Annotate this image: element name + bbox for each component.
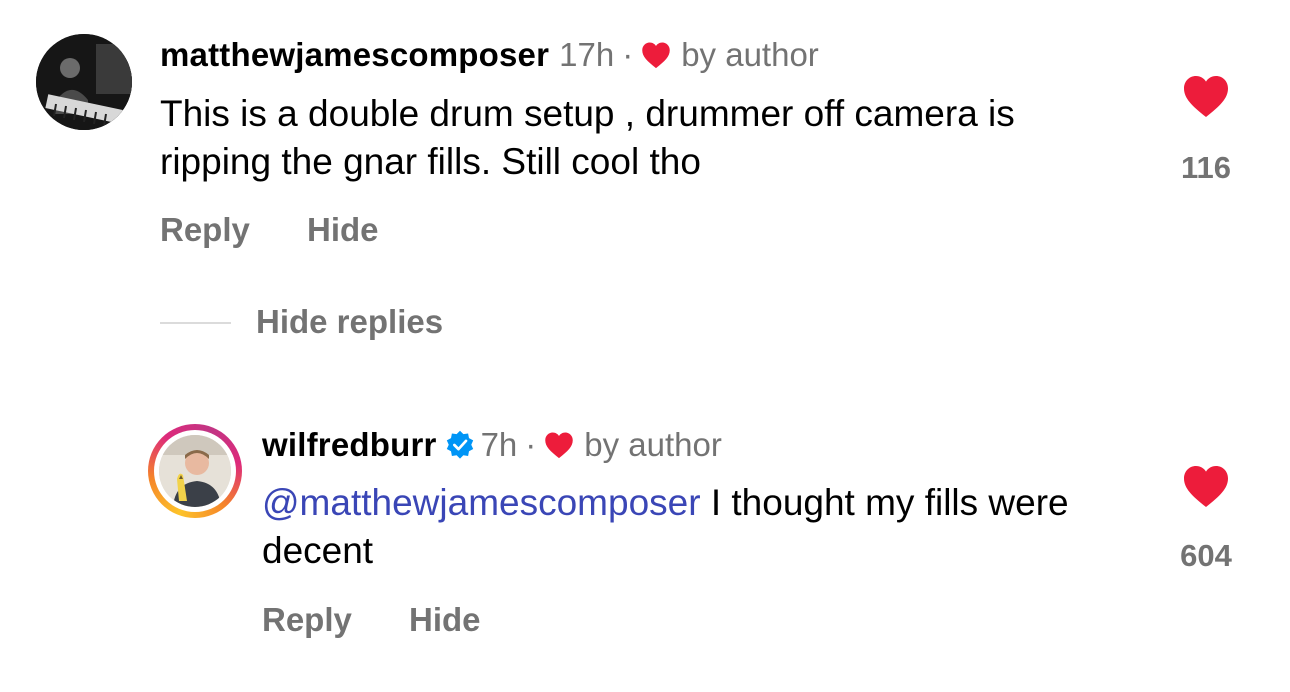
reply-button[interactable]: Reply bbox=[262, 600, 352, 640]
liked-by-author-label: by author bbox=[681, 36, 819, 73]
like-heart-icon[interactable] bbox=[1182, 74, 1230, 118]
like-count: 604 bbox=[1180, 538, 1232, 573]
avatar-wilfredburr[interactable] bbox=[159, 435, 231, 507]
reply-timestamp: 7h bbox=[480, 426, 518, 463]
verified-badge-icon bbox=[446, 430, 473, 459]
liked-by-author-heart-icon bbox=[642, 42, 670, 69]
reply-username[interactable]: wilfredburr bbox=[262, 423, 437, 467]
hide-button[interactable]: Hide bbox=[307, 210, 379, 250]
hide-button[interactable]: Hide bbox=[409, 600, 481, 640]
reply-text: @matthewjamescomposer I thought my fills… bbox=[262, 479, 1152, 575]
comment-timestamp: 17h bbox=[559, 36, 615, 73]
replies-divider bbox=[160, 322, 231, 324]
avatar-matthewjamescomposer[interactable] bbox=[36, 34, 132, 130]
like-count: 116 bbox=[1180, 150, 1231, 185]
reply-button[interactable]: Reply bbox=[160, 210, 250, 250]
meta-separator: · bbox=[622, 36, 634, 73]
liked-by-author-label: by author bbox=[584, 426, 722, 463]
reply-header: wilfredburr 7h · by author bbox=[262, 423, 722, 467]
hide-replies-button[interactable]: Hide replies bbox=[256, 302, 443, 342]
comment-header: matthewjamescomposer 17h · by author bbox=[160, 33, 819, 77]
like-heart-icon[interactable] bbox=[1182, 464, 1230, 508]
avatar-photo-icon bbox=[159, 435, 231, 507]
avatar-photo-icon bbox=[36, 34, 132, 130]
meta-separator: · bbox=[525, 426, 537, 463]
comment-username[interactable]: matthewjamescomposer bbox=[160, 33, 549, 77]
comment-text: This is a double drum setup , drummer of… bbox=[160, 93, 1015, 182]
liked-by-author-heart-icon bbox=[545, 432, 574, 459]
mention-link[interactable]: @matthewjamescomposer bbox=[262, 482, 701, 523]
